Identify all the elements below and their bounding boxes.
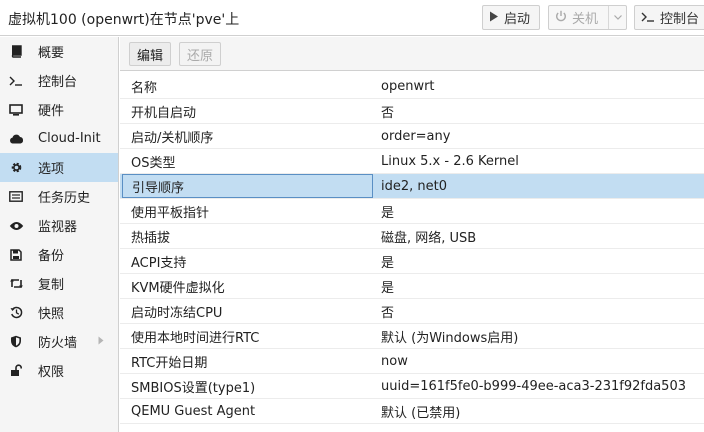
- option-value: 默认 (为Windows启用): [381, 330, 519, 346]
- sidebar-item-label: 权限: [38, 365, 65, 380]
- shield-icon: [8, 335, 24, 348]
- table-row[interactable]: 名称 openwrt: [120, 74, 704, 99]
- option-value: openwrt: [381, 78, 435, 94]
- option-value: 是: [381, 280, 395, 296]
- options-grid: 名称 openwrt 开机自启动 否 启动/关机顺序 order=any OS类…: [120, 74, 704, 424]
- chevron-right-icon[interactable]: [98, 336, 104, 348]
- option-key: QEMU Guest Agent: [131, 403, 256, 419]
- option-key: 使用平板指针: [131, 205, 210, 221]
- sidebar-item-firewall[interactable]: 防火墙: [0, 327, 118, 356]
- option-key: KVM硬件虚拟化: [131, 280, 225, 296]
- table-row-selected[interactable]: 引导顺序 ide2, net0: [120, 174, 704, 199]
- sidebar-item-monitor[interactable]: 监视器: [0, 211, 118, 240]
- sidebar-item-label: 备份: [38, 249, 65, 264]
- option-key: 引导顺序: [122, 174, 373, 198]
- sidebar-item-label: 任务历史: [38, 191, 91, 206]
- option-key: RTC开始日期: [131, 355, 208, 371]
- table-row[interactable]: 启动/关机顺序 order=any: [120, 124, 704, 149]
- sidebar-item-backup[interactable]: 备份: [0, 240, 118, 269]
- option-value: 默认 (已禁用): [381, 405, 461, 421]
- shutdown-button[interactable]: 关机: [548, 5, 627, 30]
- table-row[interactable]: OS类型 Linux 5.x - 2.6 Kernel: [120, 149, 704, 174]
- sidebar-item-cloud-init[interactable]: Cloud-Init: [0, 124, 118, 153]
- sidebar-item-label: 监视器: [38, 220, 78, 235]
- option-key: 开机自启动: [131, 105, 197, 121]
- table-row[interactable]: KVM硬件虚拟化 是: [120, 274, 704, 299]
- sidebar-item-label: 复制: [38, 278, 65, 293]
- option-value: now: [381, 353, 408, 369]
- table-row[interactable]: QEMU Guest Agent 默认 (已禁用): [120, 399, 704, 424]
- sidebar-item-label: 概要: [38, 46, 65, 61]
- table-row[interactable]: 开机自启动 否: [120, 99, 704, 124]
- history-icon: [8, 306, 24, 319]
- option-key: 使用本地时间进行RTC: [131, 330, 260, 346]
- floppy-icon: [8, 248, 24, 261]
- option-value: order=any: [381, 128, 451, 144]
- book-icon: [8, 45, 24, 58]
- sidebar-item-permissions[interactable]: 权限: [0, 356, 118, 385]
- eye-icon: [8, 221, 24, 231]
- options-toolbar: 编辑 还原: [120, 37, 704, 71]
- sidebar-item-task-history[interactable]: 任务历史: [0, 182, 118, 211]
- console-label: 控制台: [660, 12, 700, 27]
- table-row[interactable]: 使用本地时间进行RTC 默认 (为Windows启用): [120, 324, 704, 349]
- option-key: 名称: [131, 80, 158, 96]
- unlock-icon: [8, 364, 24, 377]
- sidebar-item-label: 选项: [38, 162, 65, 177]
- chevron-down-icon[interactable]: [608, 6, 626, 29]
- option-key: OS类型: [131, 155, 176, 171]
- option-key: 启动/关机顺序: [131, 130, 214, 146]
- gear-icon: [8, 161, 24, 174]
- option-value: uuid=161f5fe0-b999-49ee-aca3-231f92fda50…: [381, 378, 686, 394]
- option-value: 否: [381, 305, 395, 321]
- table-row[interactable]: 热插拔 磁盘, 网络, USB: [120, 224, 704, 249]
- shutdown-label: 关机: [572, 12, 599, 27]
- table-row[interactable]: 使用平板指针 是: [120, 199, 704, 224]
- table-row[interactable]: ACPI支持 是: [120, 249, 704, 274]
- sidebar-item-label: 防火墙: [38, 336, 78, 351]
- start-label: 启动: [504, 12, 531, 27]
- option-key: 启动时冻结CPU: [131, 305, 223, 321]
- option-key: SMBIOS设置(type1): [131, 380, 256, 396]
- page-title: 虚拟机100 (openwrt)在节点'pve'上: [8, 12, 240, 28]
- sidebar-item-replication[interactable]: 复制: [0, 269, 118, 298]
- sidebar-item-label: 快照: [38, 307, 65, 322]
- option-value: Linux 5.x - 2.6 Kernel: [381, 153, 519, 169]
- sidebar-item-hardware[interactable]: 硬件: [0, 95, 118, 124]
- header-bar: 虚拟机100 (openwrt)在节点'pve'上 启动 关机 控制台: [0, 0, 704, 36]
- table-row[interactable]: SMBIOS设置(type1) uuid=161f5fe0-b999-49ee-…: [120, 374, 704, 399]
- cloud-icon: [8, 134, 24, 144]
- terminal-icon: [641, 11, 655, 25]
- sidebar-item-summary[interactable]: 概要: [0, 37, 118, 66]
- option-value: 是: [381, 255, 395, 271]
- play-icon: [489, 11, 499, 25]
- retweet-icon: [8, 278, 24, 289]
- start-button[interactable]: 启动: [482, 5, 540, 30]
- sidebar-item-label: 控制台: [38, 75, 78, 90]
- table-row[interactable]: 启动时冻结CPU 否: [120, 299, 704, 324]
- option-key: 热插拔: [131, 230, 171, 246]
- sidebar-item-snapshots[interactable]: 快照: [0, 298, 118, 327]
- list-icon: [8, 191, 24, 202]
- sidebar-item-options[interactable]: 选项: [0, 153, 118, 182]
- revert-button[interactable]: 还原: [179, 42, 221, 66]
- option-value: 磁盘, 网络, USB: [381, 230, 477, 246]
- edit-button[interactable]: 编辑: [129, 42, 171, 66]
- option-key: ACPI支持: [131, 255, 187, 271]
- monitor-icon: [8, 103, 24, 116]
- sidebar-item-label: 硬件: [38, 104, 65, 119]
- terminal-icon: [8, 76, 24, 86]
- sidebar: 概要 控制台 硬件 Cloud-Init 选项 任务历史 监视器 备份 复制 快…: [0, 37, 119, 432]
- table-row[interactable]: RTC开始日期 now: [120, 349, 704, 374]
- console-button[interactable]: 控制台: [634, 5, 704, 30]
- sidebar-item-label: Cloud-Init: [38, 131, 101, 146]
- power-icon: [555, 10, 567, 25]
- option-value: 否: [381, 105, 395, 121]
- sidebar-item-console[interactable]: 控制台: [0, 66, 118, 95]
- option-value: 是: [381, 205, 395, 221]
- option-value: ide2, net0: [381, 178, 448, 194]
